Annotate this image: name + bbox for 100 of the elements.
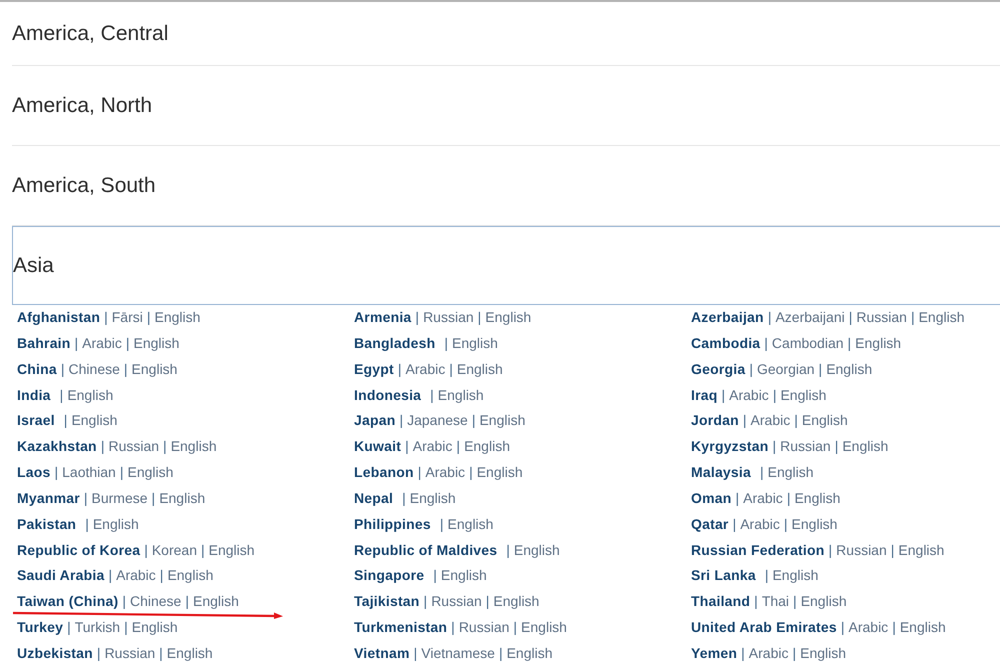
language-link[interactable]: English (438, 386, 484, 403)
country-link[interactable]: Azerbaijan (691, 309, 764, 325)
country-link[interactable]: Cambodia (691, 334, 760, 351)
language-link[interactable]: English (479, 412, 526, 428)
country-link[interactable]: Saudi Arabia (17, 567, 104, 584)
language-link[interactable]: English (794, 490, 840, 506)
language-link[interactable]: English (166, 644, 213, 661)
country-link[interactable]: India (17, 386, 51, 403)
language-link[interactable]: Arabic (750, 412, 790, 428)
language-link[interactable]: English (448, 516, 494, 532)
language-link[interactable]: English (71, 412, 118, 428)
language-link[interactable]: Arabic (848, 619, 888, 636)
country-link[interactable]: Thailand (691, 593, 750, 610)
language-link[interactable]: English (159, 490, 206, 506)
country-link[interactable]: Indonesia (354, 386, 422, 403)
country-link[interactable]: Oman (691, 490, 732, 506)
language-link[interactable]: Russian (423, 309, 474, 325)
language-link[interactable]: English (127, 464, 174, 480)
language-link[interactable]: Russian (856, 309, 907, 325)
language-link[interactable]: English (132, 360, 178, 377)
country-link[interactable]: Georgia (691, 360, 746, 377)
language-link[interactable]: English (132, 619, 178, 636)
language-link[interactable]: Thai (762, 593, 790, 610)
language-link[interactable]: English (506, 644, 552, 661)
language-link[interactable]: Burmese (92, 490, 148, 506)
language-link[interactable]: English (92, 516, 139, 532)
language-link[interactable]: Chinese (68, 360, 120, 377)
region-header[interactable]: Asia (12, 226, 1000, 305)
country-link[interactable]: Kuwait (354, 438, 402, 454)
country-link[interactable]: Vietnam (354, 644, 410, 661)
language-link[interactable]: English (802, 412, 848, 428)
country-link[interactable]: Sri Lanka (691, 567, 756, 584)
language-link[interactable]: English (842, 438, 888, 454)
country-link[interactable]: Kyrgyzstan (691, 438, 768, 454)
language-link[interactable]: Russian (836, 542, 887, 558)
language-link[interactable]: English (485, 309, 532, 325)
language-link[interactable]: English (464, 438, 510, 454)
language-link[interactable]: Turkish (74, 619, 120, 636)
language-link[interactable]: English (167, 567, 214, 584)
language-link[interactable]: English (521, 619, 567, 636)
language-link[interactable]: English (918, 309, 965, 325)
language-link[interactable]: Arabic (743, 490, 783, 506)
language-link[interactable]: Russian (431, 593, 482, 610)
country-link[interactable]: Jordan (691, 412, 739, 428)
language-link[interactable]: Fārsi (112, 309, 143, 325)
language-link[interactable]: Russian (780, 438, 831, 454)
language-link[interactable]: English (452, 334, 498, 351)
language-link[interactable]: Korean (152, 542, 197, 558)
language-link[interactable]: Russian (104, 644, 156, 661)
country-link[interactable]: Russian Federation (691, 542, 825, 558)
country-link[interactable]: Republic of Maldives (354, 542, 498, 558)
country-link[interactable]: Nepal (354, 490, 394, 506)
country-link[interactable]: Pakistan (17, 516, 76, 532)
language-link[interactable]: Arabic (740, 516, 780, 532)
country-link[interactable]: Malaysia (691, 464, 751, 480)
country-link[interactable]: Taiwan (China) (17, 593, 118, 610)
language-link[interactable]: Vietnamese (421, 644, 495, 661)
language-link[interactable]: Arabic (82, 334, 122, 351)
country-link[interactable]: Kazakhstan (17, 438, 97, 454)
language-link[interactable]: English (134, 334, 180, 351)
language-link[interactable]: Russian (108, 438, 160, 454)
country-link[interactable]: Lebanon (354, 464, 414, 480)
country-link[interactable]: Egypt (354, 360, 394, 377)
language-link[interactable]: Arabic (425, 464, 466, 480)
country-link[interactable]: Myanmar (17, 490, 80, 506)
language-link[interactable]: English (780, 386, 826, 403)
language-link[interactable]: English (456, 360, 503, 377)
country-link[interactable]: Uzbekistan (17, 644, 93, 661)
language-link[interactable]: Azerbaijani (775, 309, 845, 325)
language-link[interactable]: Arabic (406, 360, 446, 377)
language-link[interactable]: English (855, 334, 902, 351)
language-link[interactable]: English (154, 309, 200, 325)
language-link[interactable]: Laothian (62, 464, 116, 480)
region-header[interactable]: America, North (12, 66, 1000, 146)
region-header[interactable]: America, Central (12, 2, 1000, 66)
language-link[interactable]: English (514, 542, 560, 558)
language-link[interactable]: Chinese (130, 593, 182, 610)
language-link[interactable]: English (192, 593, 239, 610)
country-link[interactable]: Israel (17, 412, 55, 428)
country-link[interactable]: China (17, 360, 57, 377)
language-link[interactable]: English (768, 464, 814, 480)
country-link[interactable]: Bangladesh (354, 334, 436, 351)
country-link[interactable]: Iraq (691, 386, 718, 403)
language-link[interactable]: English (792, 516, 838, 532)
language-link[interactable]: English (410, 490, 456, 506)
language-link[interactable]: Arabic (116, 567, 156, 584)
language-link[interactable]: Arabic (412, 438, 452, 454)
language-link[interactable]: Cambodian (772, 334, 844, 351)
country-link[interactable]: Bahrain (17, 334, 71, 351)
country-link[interactable]: Singapore (354, 567, 424, 584)
country-link[interactable]: Afghanistan (17, 309, 100, 325)
language-link[interactable]: Georgian (756, 360, 815, 377)
language-link[interactable]: English (898, 542, 944, 558)
country-link[interactable]: Republic of Korea (17, 542, 140, 558)
language-link[interactable]: English (772, 567, 818, 584)
country-link[interactable]: Philippines (354, 516, 431, 532)
language-link[interactable]: Japanese (407, 412, 468, 428)
country-link[interactable]: Yemen (691, 644, 738, 661)
language-link[interactable]: Arabic (748, 644, 788, 661)
country-link[interactable]: Turkmenistan (354, 619, 448, 636)
